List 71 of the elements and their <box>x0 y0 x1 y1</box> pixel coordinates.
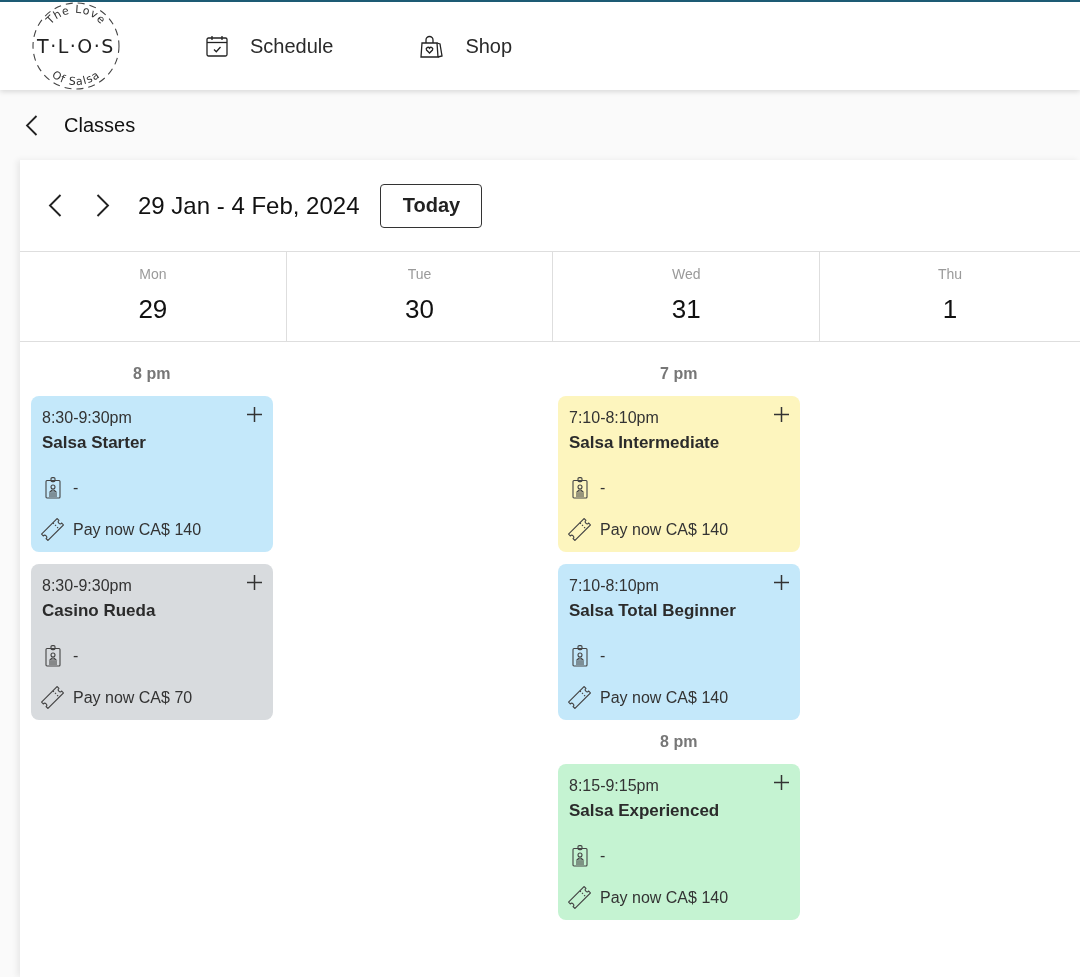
add-button[interactable] <box>246 407 262 422</box>
price-text: Pay now CA$ 140 <box>600 887 729 908</box>
day-date: 31 <box>671 294 701 324</box>
event-title: Salsa Total Beginner <box>569 600 736 622</box>
date-range: 29 Jan - 4 Feb, 2024 <box>138 191 360 220</box>
id-badge-icon <box>45 645 61 667</box>
id-badge-icon <box>45 477 61 499</box>
shopping-bag-icon <box>420 34 444 58</box>
plus-icon <box>773 407 789 422</box>
instructor-text: - <box>600 846 606 866</box>
time-slot-label: 8 pm <box>660 732 698 752</box>
plus-icon <box>773 775 789 790</box>
plus-icon <box>246 575 262 590</box>
ticket-icon <box>41 686 64 709</box>
add-button[interactable] <box>773 575 789 590</box>
plus-icon <box>246 407 262 422</box>
nav-link[interactable]: Schedule <box>206 34 334 58</box>
today-button[interactable]: Today <box>380 183 483 228</box>
previous-week-button[interactable] <box>48 194 62 217</box>
event-title: Salsa Starter <box>42 432 146 454</box>
event-card[interactable]: 7:10-8:10pm Salsa Total Beginner - Pay now CA$ 140 <box>558 564 800 720</box>
back-button[interactable] <box>25 114 38 136</box>
id-badge-icon <box>572 645 588 667</box>
day-name: Tue <box>407 265 432 283</box>
event-card[interactable]: 7:10-8:10pm Salsa Intermediate - Pay now CA$ 140 <box>558 396 800 552</box>
event-title: Casino Rueda <box>42 600 156 622</box>
id-badge-icon <box>572 477 588 499</box>
instructor-text: - <box>73 478 79 498</box>
ticket-icon <box>568 886 591 909</box>
ticket-icon <box>41 518 64 541</box>
event-card[interactable]: 8:30-9:30pm Salsa Starter - Pay now CA$ 140 <box>31 396 273 552</box>
chevron-left-icon <box>48 194 62 217</box>
ticket-icon <box>568 686 591 709</box>
event-time: 7:10-8:10pm <box>569 576 659 596</box>
instructor-text: - <box>600 646 606 666</box>
nav-link[interactable]: Shop <box>420 34 513 58</box>
price-text: Pay now CA$ 70 <box>73 687 193 708</box>
day-name: Wed <box>671 265 701 283</box>
add-button[interactable] <box>246 575 262 590</box>
instructor-text: - <box>600 478 606 498</box>
event-time: 8:15-9:15pm <box>569 776 659 796</box>
time-slot-label: 8 pm <box>133 364 171 384</box>
day-date: 30 <box>405 294 434 324</box>
price-text: Pay now CA$ 140 <box>600 519 729 540</box>
ticket-icon <box>568 518 591 541</box>
page-title: Classes <box>64 113 136 137</box>
chevron-left-icon <box>25 114 38 136</box>
event-title: Salsa Intermediate <box>569 432 720 454</box>
logo-initials: T·L·O·S <box>37 35 115 57</box>
price-text: Pay now CA$ 140 <box>600 687 729 708</box>
event-time: 7:10-8:10pm <box>569 408 659 428</box>
event-time: 8:30-9:30pm <box>42 408 132 428</box>
next-week-button[interactable] <box>96 194 110 217</box>
day-name: Thu <box>937 265 963 283</box>
event-card[interactable]: 8:30-9:30pm Casino Rueda - Pay now CA$ 70 <box>31 564 273 720</box>
logo-tagline: Of Salsa <box>49 68 103 89</box>
event-card[interactable]: 8:15-9:15pm Salsa Experienced - Pay now CA$ 140 <box>558 764 800 920</box>
id-badge-icon <box>572 845 588 867</box>
add-button[interactable] <box>773 775 789 790</box>
day-date: 29 <box>138 294 168 324</box>
time-slot-label: 7 pm <box>660 364 698 384</box>
event-title: Salsa Experienced <box>569 800 720 822</box>
event-time: 8:30-9:30pm <box>42 576 132 596</box>
day-date: 1 <box>942 294 958 324</box>
chevron-right-icon <box>96 194 110 217</box>
instructor-text: - <box>73 646 79 666</box>
day-name: Mon <box>139 265 167 283</box>
calendar-icon <box>206 35 228 57</box>
plus-icon <box>773 575 789 590</box>
add-button[interactable] <box>773 407 789 422</box>
price-text: Pay now CA$ 140 <box>73 519 202 540</box>
